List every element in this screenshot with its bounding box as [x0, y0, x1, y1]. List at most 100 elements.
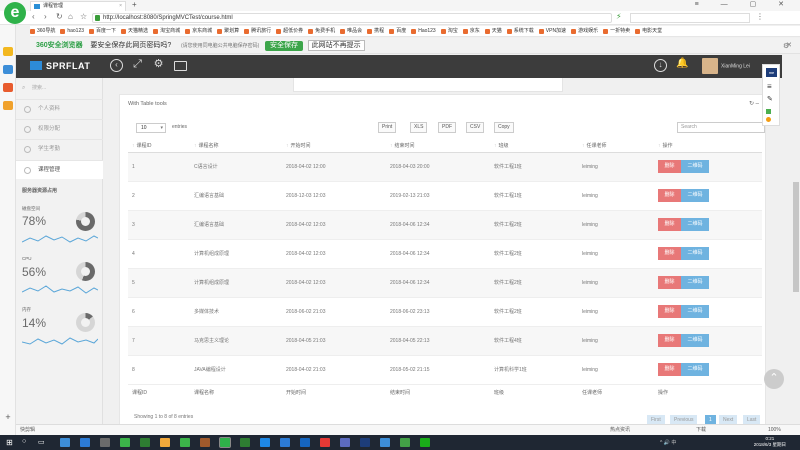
gear-icon[interactable]: ⚙	[152, 59, 165, 72]
taskbar-app-icon[interactable]	[200, 438, 210, 447]
address-bar[interactable]: http://localhost:8080/SpringMVCTest/cour…	[92, 13, 612, 23]
bookmark-item[interactable]: hao123	[60, 26, 84, 36]
back-to-top-button[interactable]: ⌃	[764, 369, 784, 389]
delete-button[interactable]: 删除	[658, 305, 681, 318]
add-sidebar-icon[interactable]: +	[3, 413, 13, 422]
bookmark-item[interactable]: 天猫精选	[121, 26, 148, 36]
taskbar-app-icon[interactable]	[400, 438, 410, 447]
taskbar-app-icon[interactable]	[320, 438, 330, 447]
taskbar-app-icon[interactable]	[300, 438, 310, 447]
bookmark-item[interactable]: 免费手机	[308, 26, 335, 36]
taskbar-app-icon[interactable]	[180, 438, 190, 447]
bookmark-item[interactable]: 京东	[462, 26, 480, 36]
taskbar-app-icon[interactable]	[60, 438, 70, 447]
sidebar-item-profile[interactable]: 个人资料	[16, 99, 103, 118]
status-zoom[interactable]: 100%	[768, 425, 781, 435]
menu-icon[interactable]: ⋮	[756, 12, 764, 21]
forward-icon[interactable]: ›	[44, 12, 47, 21]
bookmark-item[interactable]: Hao123	[411, 26, 436, 36]
sidebar-item-permissions[interactable]: 权限分配	[16, 119, 103, 138]
copy-button[interactable]: Copy	[494, 122, 514, 133]
taskbar-app-icon[interactable]	[120, 438, 130, 447]
weibo-icon[interactable]	[3, 83, 13, 92]
browser-logo-icon[interactable]: e	[4, 2, 26, 24]
bookmark-item[interactable]: 百度	[389, 26, 406, 36]
download-circle-icon[interactable]: ↓	[654, 59, 667, 72]
page-length-select[interactable]: 10	[136, 123, 166, 133]
compat-mode-icon[interactable]: ⚡	[616, 12, 622, 21]
qr-code-button[interactable]: 二维码	[681, 276, 709, 289]
qr-code-button[interactable]: 二维码	[681, 363, 709, 376]
qr-code-button[interactable]: 二维码	[681, 189, 709, 202]
bookmark-item[interactable]: 唯品会	[340, 26, 362, 36]
dismiss-notice-button[interactable]: 此网站不再提示	[307, 40, 365, 51]
xls-button[interactable]: XLS	[410, 122, 428, 133]
table-search-input[interactable]: Search	[677, 122, 765, 133]
bookmark-item[interactable]: 一折特卖	[603, 26, 630, 36]
bookmark-item[interactable]: 京东商城	[185, 26, 212, 36]
bookmark-item[interactable]: 360导航	[30, 26, 55, 36]
taskbar-app-icon[interactable]	[280, 438, 290, 447]
system-tray[interactable]: ^ 🔊 中	[660, 439, 676, 446]
browser-tab[interactable]: 课程管理 ×	[30, 1, 126, 11]
scrollbar-thumb[interactable]	[793, 182, 799, 292]
reading-icon[interactable]	[3, 65, 13, 74]
col-start-time[interactable]: 开始时间	[282, 139, 386, 153]
settings-gear-icon[interactable]: ⚙	[783, 42, 789, 50]
bookmark-item[interactable]: 腾讯旅行	[244, 26, 271, 36]
bookmark-item[interactable]: 携程	[367, 26, 384, 36]
pdf-button[interactable]: PDF	[438, 122, 456, 133]
bookmark-item[interactable]: 百度一下	[89, 26, 116, 36]
taskbar-app-icon[interactable]	[140, 438, 150, 447]
taskbar-app-icon[interactable]	[260, 438, 270, 447]
bookmark-item[interactable]: VPN加速	[538, 26, 566, 36]
status-left[interactable]: 快剪辑	[20, 425, 35, 435]
bookmark-item[interactable]: 天猫	[484, 26, 502, 36]
bookmark-item[interactable]: 超低价券	[276, 26, 303, 36]
delete-button[interactable]: 删除	[658, 189, 681, 202]
col-course-id[interactable]: 课程ID	[128, 139, 190, 153]
star-icon[interactable]: ☆	[80, 12, 87, 21]
taskbar-app-icon[interactable]	[80, 438, 90, 447]
favorites-icon[interactable]	[3, 47, 13, 56]
sidebar-search-input[interactable]: 搜索...	[22, 83, 96, 93]
status-download[interactable]: 下载	[696, 425, 706, 435]
col-course-name[interactable]: 课程名称	[190, 139, 282, 153]
search-icon[interactable]: ○	[22, 438, 26, 445]
taskbar-app-icon[interactable]	[340, 438, 350, 447]
fullscreen-icon[interactable]: ⤢	[131, 59, 144, 72]
bookmark-item[interactable]: 电影天堂	[635, 26, 662, 36]
start-icon[interactable]: ⊞	[6, 438, 13, 447]
reload-icon[interactable]: ↻	[56, 12, 63, 21]
qr-code-button[interactable]: 二维码	[681, 247, 709, 260]
bookmark-item[interactable]: 聚划算	[217, 26, 239, 36]
taskbar-wechat-icon[interactable]	[420, 438, 430, 447]
qr-code-button[interactable]: 二维码	[681, 305, 709, 318]
new-tab-button[interactable]: +	[132, 0, 137, 9]
panel-tools[interactable]: ↻ –	[749, 100, 759, 107]
col-class[interactable]: 班级	[490, 139, 578, 153]
bookmark-item[interactable]: 淘宝	[440, 26, 458, 36]
delete-button[interactable]: 删除	[658, 363, 681, 376]
taskbar-app-icon[interactable]	[380, 438, 390, 447]
qr-code-button[interactable]: 二维码	[681, 160, 709, 173]
bookmark-item[interactable]: 游戏娱乐	[571, 26, 598, 36]
csv-button[interactable]: CSV	[466, 122, 485, 133]
window-controls[interactable]: ≡ — ▢ ✕	[695, 0, 794, 8]
col-teacher[interactable]: 任课老师	[578, 139, 654, 153]
mail-icon[interactable]	[174, 61, 187, 71]
bookmark-item[interactable]: 淘宝商城	[153, 26, 180, 36]
apps-icon[interactable]	[3, 101, 13, 110]
save-password-button[interactable]: 安全保存	[264, 41, 303, 51]
app-brand[interactable]: SPRFLAT	[30, 61, 90, 71]
col-end-time[interactable]: 结束时间	[386, 139, 490, 153]
taskbar-app-icon[interactable]	[160, 438, 170, 447]
back-icon[interactable]: ‹	[32, 12, 35, 21]
ime-icon[interactable]: me	[766, 68, 777, 77]
taskbar-browser-icon[interactable]	[219, 437, 231, 448]
bookmark-item[interactable]: 系统下载	[506, 26, 534, 36]
list-icon[interactable]: ≡	[767, 82, 772, 91]
delete-button[interactable]: 删除	[658, 247, 681, 260]
home-icon[interactable]: ⌂	[68, 12, 73, 21]
bell-icon[interactable]: 🔔	[676, 59, 689, 72]
